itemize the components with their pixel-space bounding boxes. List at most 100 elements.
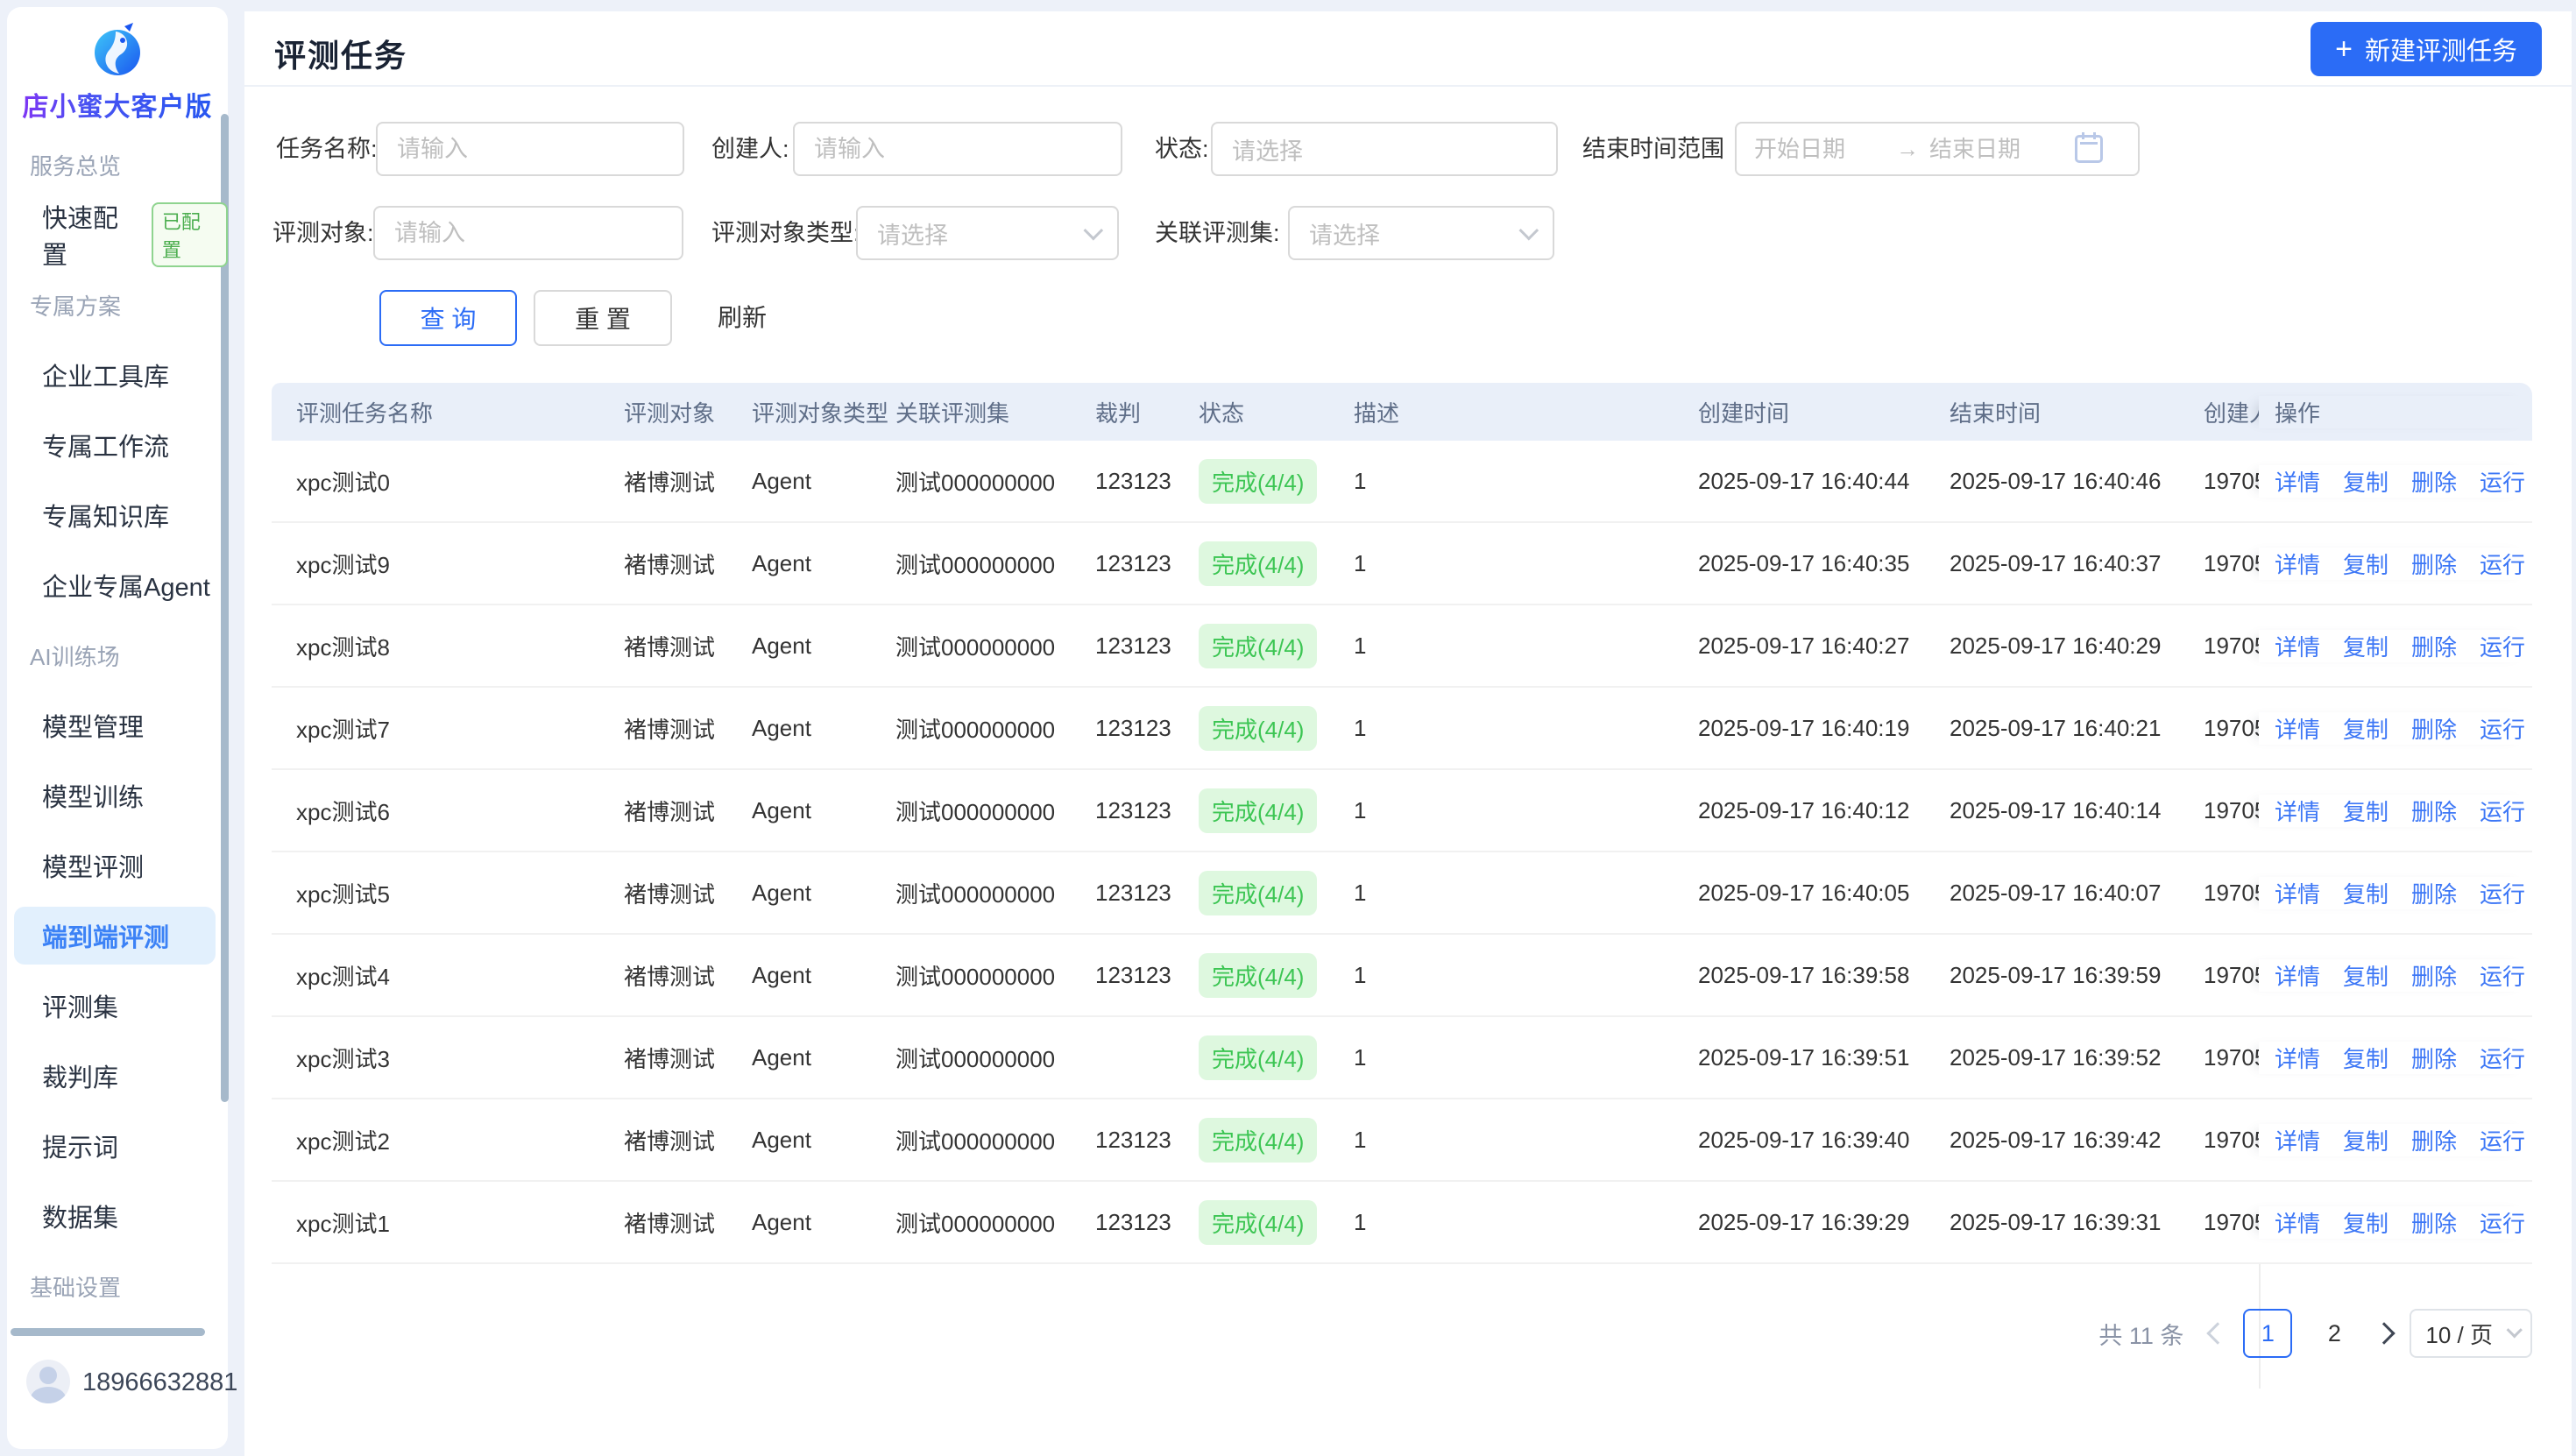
detail-link[interactable]: 详情 [2275,1042,2320,1074]
judge: 123123 [1095,796,1171,823]
app-title: 店小蜜大客户版 [7,85,228,124]
sidebar-item-knowledge-base[interactable]: 专属知识库 [7,480,228,550]
detail-link[interactable]: 详情 [2275,1206,2320,1239]
copy-link[interactable]: 复制 [2343,630,2388,662]
creator: 19705 [2204,961,2259,988]
table-row: xpc测试8 褚博测试 Agent 测试000000000 123123 完成(… [272,605,2532,688]
end-time-range-picker[interactable]: → [1735,122,2140,176]
status-select[interactable]: 请选择 [1211,122,1558,176]
detail-link[interactable]: 详情 [2275,465,2320,498]
delete-link[interactable]: 删除 [2411,1042,2457,1074]
linked-dataset: 测试000000000 [895,798,1056,825]
copy-link[interactable]: 复制 [2343,877,2388,909]
eval-target-type: Agent [752,714,811,741]
run-link[interactable]: 运行 [2480,1124,2525,1156]
copy-link[interactable]: 复制 [2343,465,2388,498]
run-link[interactable]: 运行 [2480,1042,2525,1074]
description: 1 [1354,632,1367,659]
page-2-button[interactable]: 2 [2310,1309,2359,1358]
copy-link[interactable]: 复制 [2343,1206,2388,1239]
linked-dataset-label: 关联评测集: [1155,220,1280,246]
description: 1 [1354,1043,1367,1071]
creator-input[interactable] [793,122,1122,176]
pagination: 共 11 条 1 2 10 / 页 [2098,1308,2532,1359]
prev-page-icon[interactable] [2206,1322,2230,1345]
run-link[interactable]: 运行 [2480,465,2525,498]
detail-link[interactable]: 详情 [2275,1124,2320,1156]
page-size-select[interactable]: 10 / 页 [2410,1309,2532,1358]
start-date-input[interactable] [1754,135,1886,163]
end-time: 2025-09-17 16:40:46 [1950,467,2162,494]
next-page-icon[interactable] [2373,1322,2396,1345]
run-link[interactable]: 运行 [2480,630,2525,662]
run-link[interactable]: 运行 [2480,959,2525,992]
delete-link[interactable]: 删除 [2411,548,2457,580]
detail-link[interactable]: 详情 [2275,795,2320,827]
linked-dataset-select[interactable]: 请选择 [1288,206,1554,260]
run-link[interactable]: 运行 [2480,712,2525,745]
detail-link[interactable]: 详情 [2275,548,2320,580]
page-1-button[interactable]: 1 [2243,1309,2293,1358]
delete-link[interactable]: 删除 [2411,712,2457,745]
column-header: 创建时间 [1698,399,1790,427]
detail-link[interactable]: 详情 [2275,712,2320,745]
linked-dataset: 测试000000000 [895,469,1056,496]
creator: 19705 [2204,796,2259,823]
copy-link[interactable]: 复制 [2343,795,2388,827]
eval-target-type-select[interactable]: 请选择 [856,206,1119,260]
run-link[interactable]: 运行 [2480,548,2525,580]
refresh-button[interactable]: 刷新 [718,290,767,346]
reset-button[interactable]: 重 置 [534,290,672,346]
new-task-button[interactable]: + 新建评测任务 [2311,22,2542,76]
copy-link[interactable]: 复制 [2343,959,2388,992]
sidebar-item-model-evaluation[interactable]: 模型评测 [7,830,228,901]
run-link[interactable]: 运行 [2480,795,2525,827]
judge: 123123 [1095,549,1171,576]
copy-link[interactable]: 复制 [2343,1124,2388,1156]
eval-target: 褚博测试 [624,469,716,496]
run-link[interactable]: 运行 [2480,877,2525,909]
delete-link[interactable]: 删除 [2411,795,2457,827]
evaluation-task-table: 评测任务名称 评测对象 评测对象类型 关联评测集 裁判 状态 描述 创建时间 结… [272,383,2532,1264]
delete-link[interactable]: 删除 [2411,877,2457,909]
delete-link[interactable]: 删除 [2411,465,2457,498]
search-button[interactable]: 查 询 [379,290,517,346]
sidebar-nav: 服务总览 快速配置 已配置 专属方案 企业工具库 专属工作流 专属知识库 企业专… [7,130,228,1328]
delete-link[interactable]: 删除 [2411,1124,2457,1156]
sidebar-item-evaluation-sets[interactable]: 评测集 [7,971,228,1041]
sidebar-item-judge-library[interactable]: 裁判库 [7,1041,228,1111]
sidebar-item-workflow[interactable]: 专属工作流 [7,410,228,480]
copy-link[interactable]: 复制 [2343,712,2388,745]
task-name: xpc测试3 [296,1045,390,1072]
delete-link[interactable]: 删除 [2411,630,2457,662]
sidebar-item-model-management[interactable]: 模型管理 [7,690,228,760]
judge: 123123 [1095,1126,1171,1153]
end-date-input[interactable] [1929,135,2061,163]
sidebar-horizontal-scrollbar[interactable] [11,1328,205,1336]
creator: 19705 [2204,1208,2259,1235]
copy-link[interactable]: 复制 [2343,548,2388,580]
copy-link[interactable]: 复制 [2343,1042,2388,1074]
eval-target-type: Agent [752,1208,811,1235]
sidebar-item-model-training[interactable]: 模型训练 [7,760,228,830]
sidebar-item-prompts[interactable]: 提示词 [7,1111,228,1181]
judge: 123123 [1095,714,1171,741]
sidebar-item-personal-info[interactable]: 个人信息 [7,1321,228,1328]
detail-link[interactable]: 详情 [2275,877,2320,909]
linked-dataset: 测试000000000 [895,880,1056,908]
sidebar-item-datasets[interactable]: 数据集 [7,1181,228,1251]
delete-link[interactable]: 删除 [2411,959,2457,992]
sidebar-item-quick-config[interactable]: 快速配置 已配置 [7,200,228,270]
sidebar-item-enterprise-agent[interactable]: 企业专属Agent [7,550,228,620]
judge: 123123 [1095,879,1171,906]
detail-link[interactable]: 详情 [2275,630,2320,662]
detail-link[interactable]: 详情 [2275,959,2320,992]
sidebar-item-tool-library[interactable]: 企业工具库 [7,340,228,410]
delete-link[interactable]: 删除 [2411,1206,2457,1239]
sidebar-item-end-to-end-evaluation[interactable]: 端到端评测 [7,901,228,971]
run-link[interactable]: 运行 [2480,1206,2525,1239]
eval-target-input[interactable] [373,206,683,260]
task-name-input[interactable] [376,122,684,176]
eval-target: 褚博测试 [624,716,716,743]
created-time: 2025-09-17 16:40:44 [1698,467,1910,494]
